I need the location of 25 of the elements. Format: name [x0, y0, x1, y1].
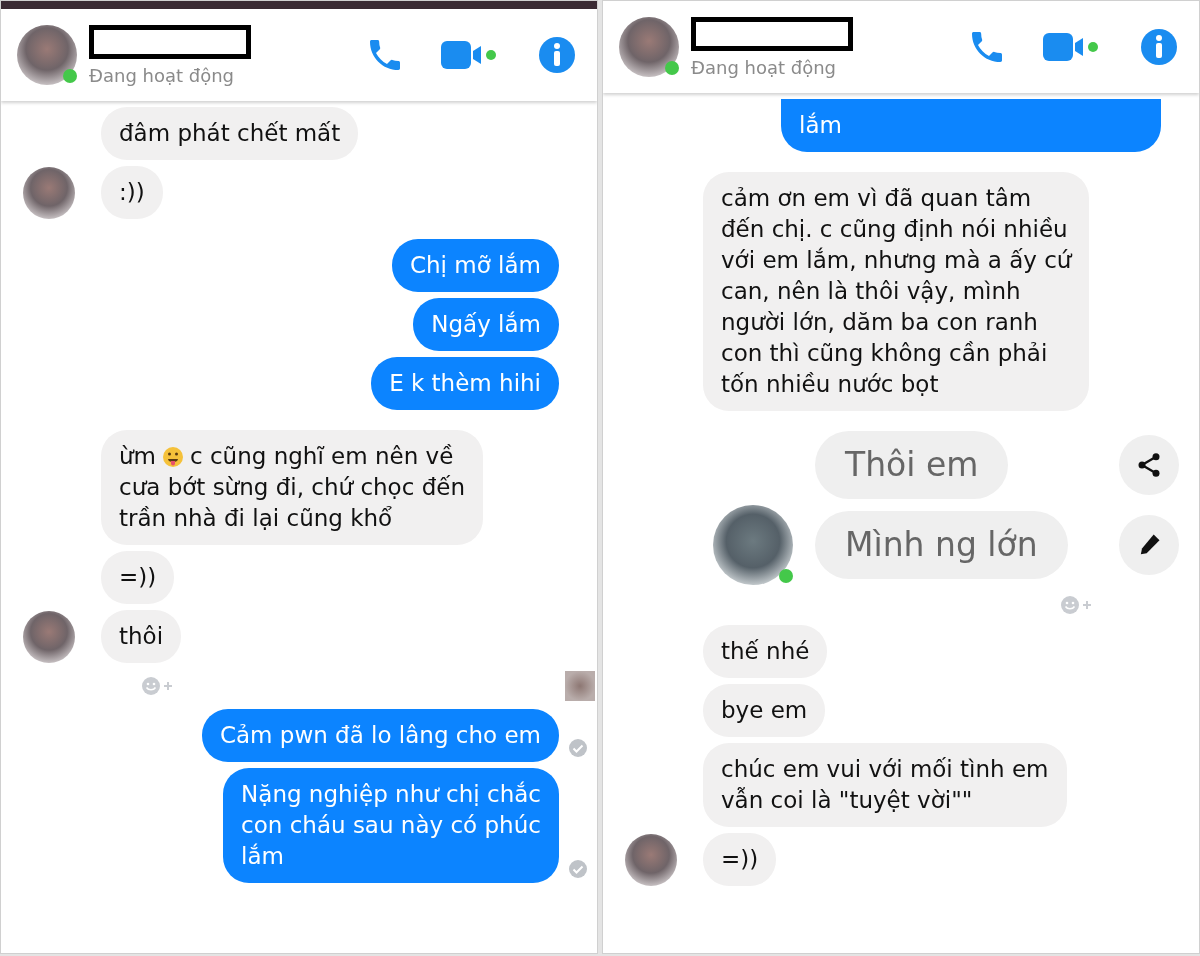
message-bubble: Ngấy lắm [413, 298, 559, 351]
message-text: c cũng nghĩ em nên về [190, 442, 454, 471]
message-bubble: đâm phát chết mất [101, 107, 359, 160]
info-icon[interactable] [537, 35, 577, 75]
message-bubble: cảm ơn em vì đã quan tâm đến chị. c cũng định nói nhiều với em lắm, nhưng mà a ấy cứ can, nên là thôi vậy, mình người lớn, dăm ba con ranh con thì cũng không cần phải tốn nhiều nước bọt [703, 172, 1090, 411]
message-bubble: chúc em vui với mối tình em vẫn coi là "tuyệt vời"" [703, 743, 1067, 827]
message-bubble: =)) [703, 833, 777, 886]
info-icon[interactable] [1139, 27, 1179, 67]
message-bubble: thế nhé [703, 625, 828, 678]
message-bubble: Nặng nghiệp như chị chắc con cháu sau này có phúc lắm [223, 768, 559, 883]
message-bubble: Cảm pwn đã lo lâng cho em [201, 709, 559, 762]
status-text: Đang hoạt động [89, 64, 236, 86]
message-bubble: Thôi em [815, 431, 1009, 499]
message-bubble: bye em [703, 684, 826, 737]
tongue-face-icon [162, 445, 184, 468]
message-bubble: lắm [781, 99, 1161, 152]
status-text: Đang hoạt động [691, 56, 838, 78]
message-bubble: =)) [101, 551, 175, 604]
message-bubble: :)) [101, 166, 163, 219]
message-bubble: Chị mỡ lắm [392, 239, 559, 292]
message-bubble: E k thèm hihi [371, 357, 559, 410]
message-bubble: Mình ng lớn [815, 511, 1068, 579]
message-bubble: thôi [101, 610, 182, 663]
message-text: cưa bớt sừng đi, chứ chọc đến trần nhà đi lại cũng khổ [119, 473, 465, 533]
message-text: ừm [119, 442, 156, 471]
